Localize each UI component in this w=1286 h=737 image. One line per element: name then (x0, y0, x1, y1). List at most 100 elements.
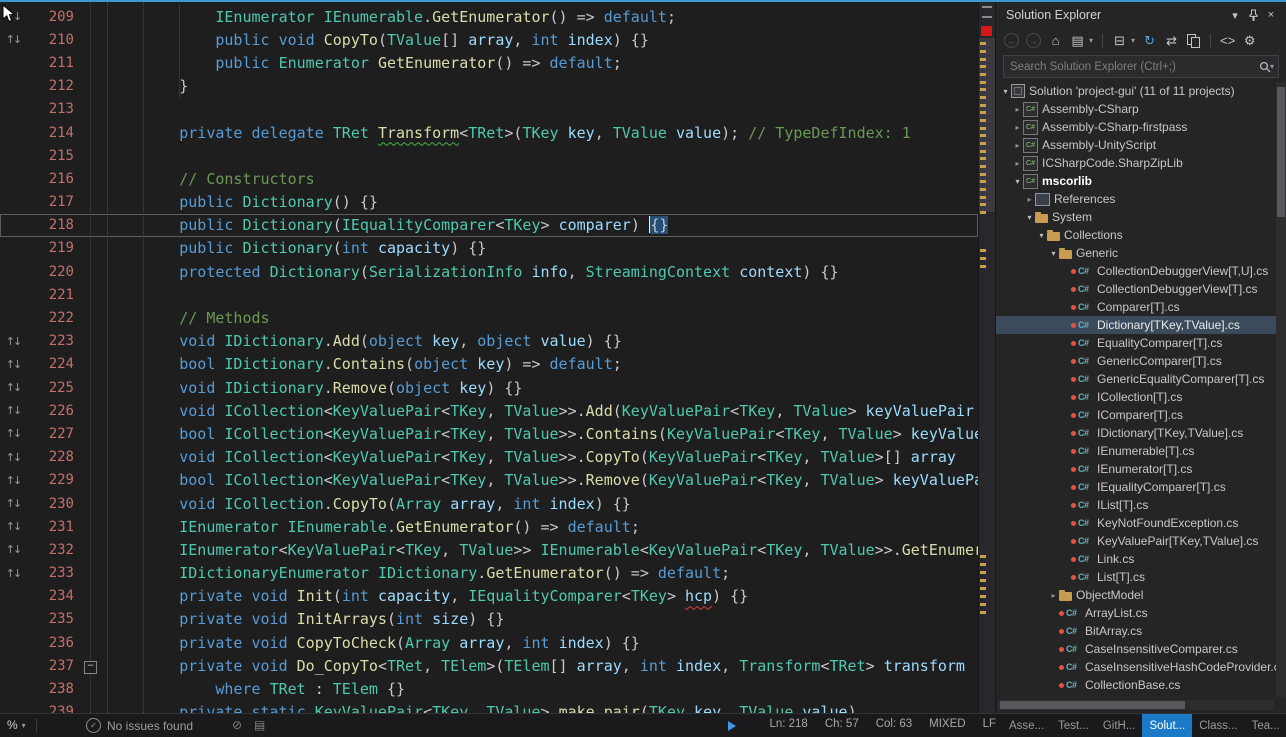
dropdown-caret-icon[interactable]: ▾ (1131, 36, 1135, 45)
tree-item[interactable]: ▸C#ICSharpCode.SharpZipLib (996, 154, 1276, 172)
tree-item[interactable]: ▾Solution 'project-gui' (11 of 11 projec… (996, 82, 1276, 100)
tree-item[interactable]: ▸ObjectModel (996, 586, 1276, 604)
back-button[interactable]: ← (1004, 33, 1019, 48)
tree-item[interactable]: C#CaseInsensitiveComparer.cs (996, 640, 1276, 658)
tool-window-tab[interactable]: Solut... (1142, 714, 1192, 737)
tree-item[interactable]: C#CollectionBase.cs (996, 676, 1276, 694)
tool-window-tab[interactable]: Class... (1192, 714, 1244, 737)
tool-window-tab[interactable]: GitH... (1096, 714, 1143, 737)
code-line[interactable]: 213 (0, 98, 978, 121)
tree-item[interactable]: C#IComparer[T].cs (996, 406, 1276, 424)
clear-issues-icon[interactable]: ⊘ (232, 718, 242, 732)
zoom-control[interactable]: % ▾ (7, 718, 26, 732)
tree-item[interactable]: ▸References (996, 190, 1276, 208)
code-line[interactable]: ↑↓233 IDictionaryEnumerator IDictionary.… (0, 562, 978, 585)
code-line[interactable]: 237 private void Do_CopyTo<TRet, TElem>(… (0, 654, 978, 677)
override-indicator-icon[interactable]: ↑↓ (0, 427, 26, 440)
code-line[interactable]: 217 public Dictionary() {} (0, 191, 978, 214)
chevron-collapsed-icon[interactable]: ▸ (1024, 195, 1035, 204)
tree-item[interactable]: C#IEqualityComparer[T].cs (996, 478, 1276, 496)
override-indicator-icon[interactable]: ↑↓ (0, 520, 26, 533)
code-line[interactable]: ↑↓224 bool IDictionary.Contains(object k… (0, 353, 978, 376)
chevron-expanded-icon[interactable]: ▾ (1036, 231, 1047, 240)
chevron-collapsed-icon[interactable]: ▸ (1012, 105, 1023, 114)
code-line[interactable]: ↑↓232 IEnumerator<KeyValuePair<TKey, TVa… (0, 538, 978, 561)
chevron-collapsed-icon[interactable]: ▸ (1012, 123, 1023, 132)
code-line[interactable]: ↑↓223 void IDictionary.Add(object key, o… (0, 330, 978, 353)
override-indicator-icon[interactable]: ↑↓ (0, 497, 26, 510)
chevron-expanded-icon[interactable]: ▾ (1012, 177, 1023, 186)
code-line[interactable]: 212 } (0, 75, 978, 98)
code-line[interactable]: 215 (0, 144, 978, 167)
issues-filter-icon[interactable]: ▤ (254, 718, 265, 732)
play-icon[interactable] (728, 721, 736, 731)
override-indicator-icon[interactable]: ↑↓ (0, 381, 26, 394)
tree-item[interactable]: ▸C#Assembly-CSharp-firstpass (996, 118, 1276, 136)
tree-scrollbar-thumb[interactable] (1277, 87, 1285, 217)
code-line[interactable]: 236 private void CopyToCheck(Array array… (0, 631, 978, 654)
tree-item[interactable]: C#CollectionDebuggerView[T].cs (996, 280, 1276, 298)
tree-scrollbar-vertical[interactable] (1276, 82, 1286, 697)
dropdown-caret-icon[interactable]: ▾ (1089, 36, 1093, 45)
chevron-expanded-icon[interactable]: ▾ (1024, 213, 1035, 222)
code-line[interactable]: 220 protected Dictionary(SerializationIn… (0, 260, 978, 283)
close-icon[interactable]: × (1262, 7, 1280, 23)
tool-window-tab[interactable]: Asse... (1002, 714, 1051, 737)
code-line[interactable]: 221 (0, 283, 978, 306)
tree-item[interactable]: C#KeyValuePair[TKey,TValue].cs (996, 532, 1276, 550)
chevron-expanded-icon[interactable]: ▾ (1000, 87, 1011, 96)
window-position-icon[interactable]: ▾ (1226, 7, 1244, 23)
tree-item[interactable]: ▾Generic (996, 244, 1276, 262)
code-line[interactable]: 214 private delegate TRet Transform<TRet… (0, 121, 978, 144)
eol-indicator[interactable]: LF (983, 718, 996, 730)
tree-item[interactable]: C#IEnumerator[T].cs (996, 460, 1276, 478)
override-indicator-icon[interactable]: ↑↓ (0, 358, 26, 371)
tree-item[interactable]: ▾C#mscorlib (996, 172, 1276, 190)
editor[interactable]: ↑↓209 IEnumerator IEnumerable.GetEnumera… (0, 2, 978, 713)
tree-item[interactable]: ▸C#Assembly-UnityScript (996, 136, 1276, 154)
code-area[interactable]: ↑↓209 IEnumerator IEnumerable.GetEnumera… (0, 5, 978, 713)
code-line[interactable]: 238 where TRet : TElem {} (0, 677, 978, 700)
code-line[interactable]: ↑↓230 void ICollection.CopyTo(Array arra… (0, 492, 978, 515)
forward-button[interactable]: → (1026, 33, 1041, 48)
code-line[interactable]: 211 public Enumerator GetEnumerator() =>… (0, 51, 978, 74)
chevron-expanded-icon[interactable]: ▾ (1048, 249, 1059, 258)
override-indicator-icon[interactable]: ↑↓ (0, 33, 26, 46)
chevron-collapsed-icon[interactable]: ▸ (1012, 159, 1023, 168)
code-line[interactable]: ↑↓210 public void CopyTo(TValue[] array,… (0, 28, 978, 51)
encoding-indicator[interactable]: MIXED (929, 718, 965, 730)
search-input[interactable] (1004, 61, 1257, 73)
code-line[interactable]: ↑↓228 void ICollection<KeyValuePair<TKey… (0, 446, 978, 469)
override-indicator-icon[interactable]: ↑↓ (0, 567, 26, 580)
tree-item[interactable]: C#IList[T].cs (996, 496, 1276, 514)
tree-item[interactable]: C#CollectionDebuggerView[T,U].cs (996, 262, 1276, 280)
override-indicator-icon[interactable]: ↑↓ (0, 543, 26, 556)
home-button[interactable]: ⌂ (1048, 33, 1063, 49)
tool-window-tab[interactable]: Tea... (1245, 714, 1286, 737)
tree-item[interactable]: C#Comparer[T].cs (996, 298, 1276, 316)
tree-item[interactable]: ▾Collections (996, 226, 1276, 244)
tree-scrollbar-horizontal[interactable] (998, 700, 1274, 710)
tree-item[interactable]: C#ICollection[T].cs (996, 388, 1276, 406)
code-line[interactable]: 234 private void Init(int capacity, IEqu… (0, 585, 978, 608)
tree-hscrollbar-thumb[interactable] (1000, 701, 1185, 709)
tree-item[interactable]: ▸C#Assembly-CSharp (996, 100, 1276, 118)
tree-item[interactable]: C#BitArray.cs (996, 622, 1276, 640)
code-line[interactable]: 235 private void InitArrays(int size) {} (0, 608, 978, 631)
tree-item[interactable]: C#GenericEqualityComparer[T].cs (996, 370, 1276, 388)
issues-indicator[interactable]: ✓ No issues found (86, 718, 193, 733)
tree-item[interactable]: C#List[T].cs (996, 568, 1276, 586)
code-line[interactable]: ↑↓231 IEnumerator IEnumerable.GetEnumera… (0, 515, 978, 538)
code-line[interactable]: 222 // Methods (0, 306, 978, 329)
code-line[interactable]: 218 public Dictionary(IEqualityComparer<… (0, 214, 978, 237)
chevron-collapsed-icon[interactable]: ▸ (1012, 141, 1023, 150)
outline-collapse-button[interactable]: − (84, 661, 97, 674)
code-line[interactable]: ↑↓209 IEnumerator IEnumerable.GetEnumera… (0, 5, 978, 28)
code-line[interactable]: ↑↓227 bool ICollection<KeyValuePair<TKey… (0, 422, 978, 445)
tree-item[interactable]: ▾System (996, 208, 1276, 226)
tool-window-tab[interactable]: Test... (1051, 714, 1096, 737)
tree-item[interactable]: C#IEnumerable[T].cs (996, 442, 1276, 460)
override-indicator-icon[interactable]: ↑↓ (0, 335, 26, 348)
tree-item[interactable]: C#GenericComparer[T].cs (996, 352, 1276, 370)
properties-button[interactable]: ⚙ (1242, 33, 1257, 49)
